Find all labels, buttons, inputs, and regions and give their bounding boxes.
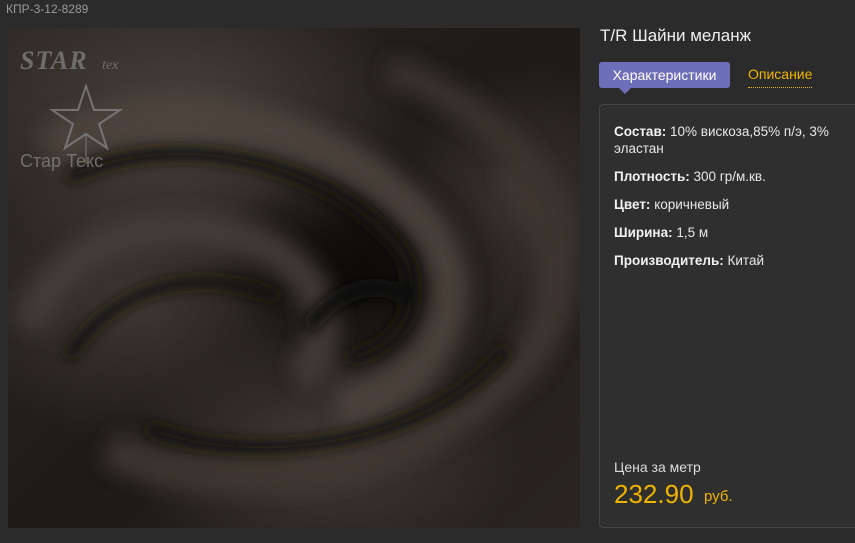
product-sku: КПР-3-12-8289 bbox=[6, 2, 89, 16]
logo-subtitle: Стар Текс bbox=[20, 151, 104, 171]
specs-panel: Состав: 10% вискоза,85% п/э, 3% эластан … bbox=[599, 104, 855, 528]
startex-logo: STAR tex Стар Текс bbox=[20, 46, 160, 186]
tab-description[interactable]: Описание bbox=[748, 62, 813, 88]
tab-characteristics[interactable]: Характеристики bbox=[599, 62, 730, 94]
logo-tex-text: tex bbox=[102, 58, 119, 73]
spec-value: Китай bbox=[727, 253, 765, 268]
spec-label: Плотность: bbox=[614, 169, 690, 184]
spec-label: Цвет: bbox=[614, 197, 651, 212]
price-value: 232.90 bbox=[614, 479, 694, 509]
spec-width: Ширина: 1,5 м bbox=[614, 224, 854, 241]
product-page: КПР-3-12-8289 STAR tex Стар Текс T/R Шай… bbox=[0, 0, 855, 543]
spec-composition: Состав: 10% вискоза,85% п/э, 3% эластан bbox=[614, 123, 854, 157]
spec-manufacturer: Производитель: Китай bbox=[614, 252, 854, 269]
product-title: T/R Шайни меланж bbox=[600, 26, 751, 45]
price-label: Цена за метр bbox=[614, 459, 701, 475]
spec-value: 300 гр/м.кв. bbox=[693, 169, 766, 184]
product-photo[interactable]: STAR tex Стар Текс bbox=[8, 28, 580, 528]
price-currency: руб. bbox=[704, 488, 733, 505]
spec-value: 1,5 м bbox=[676, 225, 709, 240]
spec-color: Цвет: коричневый bbox=[614, 196, 854, 213]
spec-label: Состав: bbox=[614, 124, 667, 139]
spec-label: Производитель: bbox=[614, 253, 724, 268]
spec-value: коричневый bbox=[654, 197, 730, 212]
spec-density: Плотность: 300 гр/м.кв. bbox=[614, 168, 854, 185]
spec-label: Ширина: bbox=[614, 225, 673, 240]
logo-star-text: STAR bbox=[20, 46, 88, 75]
